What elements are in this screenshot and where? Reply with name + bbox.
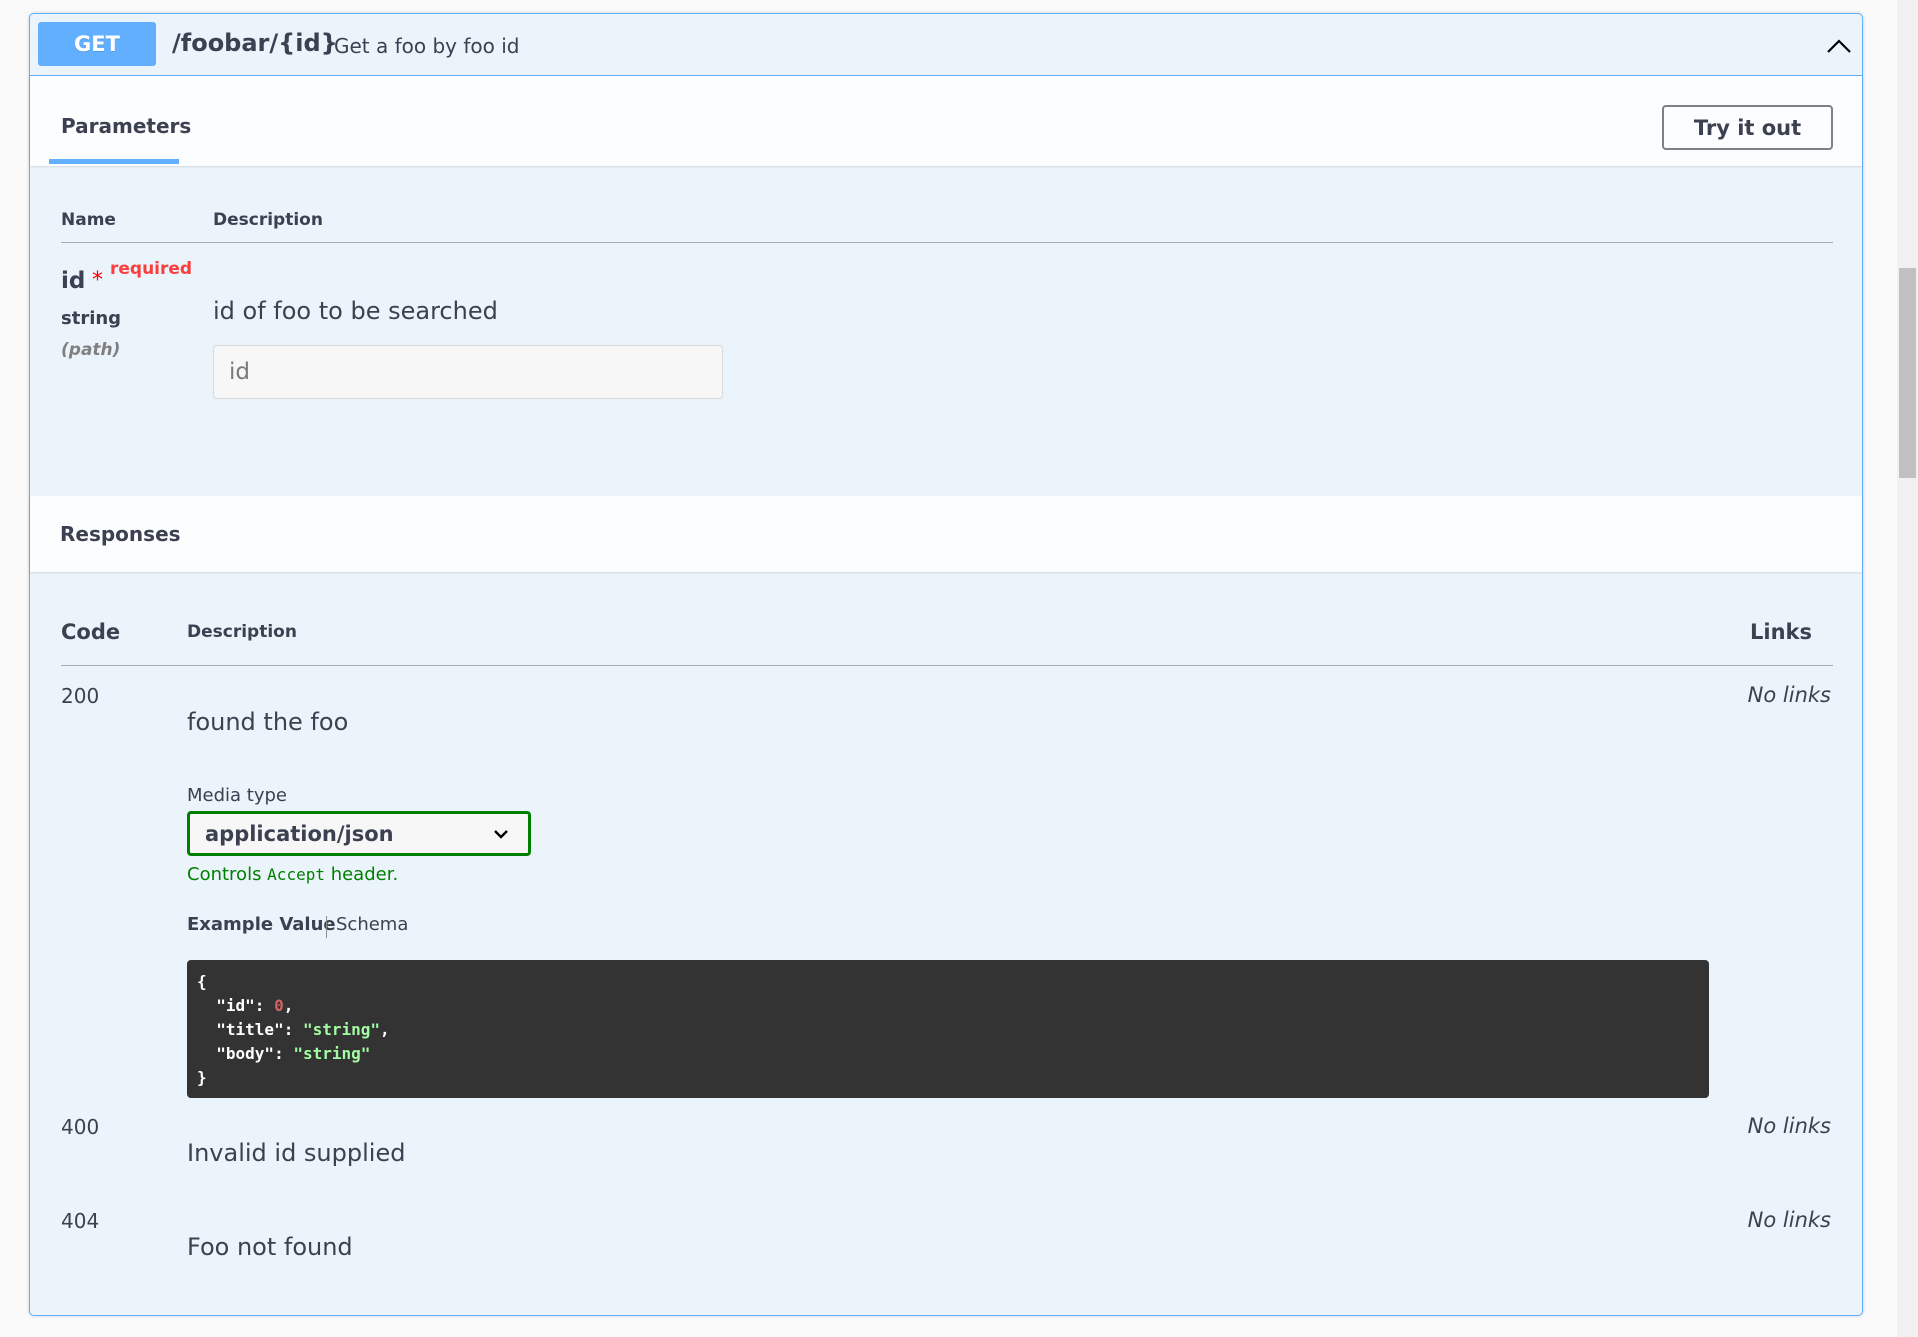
json-id-value: 0 [274,996,284,1015]
example-json-block: { "id": 0, "title": "string", "body": "s… [187,960,1709,1098]
method-badge: GET [38,22,156,66]
responses-divider [61,665,1833,666]
response-links: No links [1747,683,1831,707]
responses-title: Responses [60,522,181,546]
param-type: string [61,308,122,329]
media-type-select[interactable]: application/json [187,811,531,856]
json-body-key: "body" [197,1044,275,1063]
accept-code: Accept [267,865,325,884]
tab-separator [326,916,327,938]
response-code: 400 [61,1115,100,1139]
response-description: found the foo [187,708,349,736]
response-description: Foo not found [187,1233,353,1261]
controls-suffix: header. [324,864,399,885]
required-label: required [110,259,193,279]
json-id-key: "id" [197,996,255,1015]
operation-summary-text: Get a foo by foo id [334,34,520,58]
column-header-response-description: Description [187,622,297,642]
id-input[interactable] [213,345,723,399]
param-name: id [61,268,86,294]
media-type-label: Media type [187,785,287,806]
param-description: id of foo to be searched [213,297,498,325]
scrollbar[interactable] [1897,0,1918,1337]
json-title-key: "title" [197,1020,284,1039]
controls-accept-note: Controls Accept header. [187,864,398,885]
column-header-links: Links [1750,620,1812,644]
responses-header: Responses [30,496,1862,572]
chevron-up-icon[interactable] [1824,32,1854,62]
response-links: No links [1747,1114,1831,1138]
column-header-name: Name [61,210,116,230]
operation-summary[interactable]: GET /foobar/{id} Get a foo by foo id [30,14,1862,76]
operation-block: GET /foobar/{id} Get a foo by foo id Par… [29,13,1863,1316]
json-close: } [197,1068,207,1087]
column-header-description: Description [213,210,323,230]
tab-parameters[interactable]: Parameters [49,76,191,164]
tab-example-value[interactable]: Example Value [187,914,336,935]
response-code: 200 [61,684,100,708]
json-title-value: "string" [302,1020,381,1039]
column-header-code: Code [61,620,121,644]
scrollbar-thumb[interactable] [1899,268,1916,478]
tab-schema[interactable]: Schema [336,914,408,935]
try-it-out-button[interactable]: Try it out [1662,105,1833,150]
chevron-down-icon [494,830,508,839]
parameters-header: Parameters Try it out [30,76,1862,166]
operation-path: /foobar/{id} [172,29,338,57]
controls-prefix: Controls [187,864,268,885]
required-star: * [92,268,103,293]
json-open: { [197,972,207,991]
response-links: No links [1747,1208,1831,1232]
tab-parameters-label: Parameters [61,114,192,138]
response-code: 404 [61,1209,100,1233]
json-body-value: "string" [293,1044,371,1063]
param-location: (path) [61,340,121,360]
response-description: Invalid id supplied [187,1139,406,1167]
parameters-divider [61,242,1833,243]
media-type-value: application/json [205,822,394,846]
